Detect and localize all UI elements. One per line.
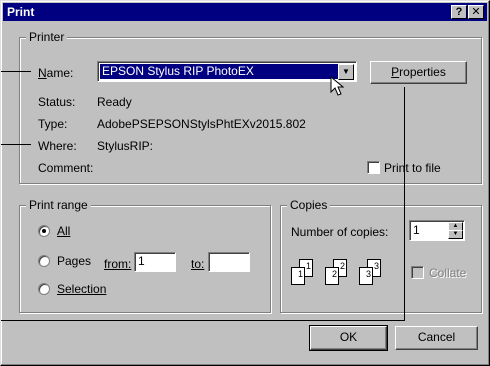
close-button[interactable]: ✕ <box>468 5 484 19</box>
copies-input[interactable]: 1 ▲ ▼ <box>409 220 465 241</box>
collate-illustration: 1 1 2 2 3 3 <box>289 259 389 289</box>
callout-line <box>1 320 405 321</box>
status-label: Status: <box>38 95 76 109</box>
to-label: to: <box>191 257 205 271</box>
collate-label: Collate <box>429 266 467 280</box>
type-value: AdobePSEPSONStylsPhtEXv2015.802 <box>97 117 306 131</box>
type-label: Type: <box>38 117 68 131</box>
page-icon: 3 <box>359 267 373 285</box>
callout-line <box>1 71 31 72</box>
number-of-copies-label: Number of copies: <box>291 225 389 239</box>
copies-group-label: Copies <box>287 198 331 212</box>
pages-label[interactable]: Pages <box>57 254 91 268</box>
all-label[interactable]: All <box>57 224 70 238</box>
where-label: Where: <box>38 139 77 153</box>
mouse-cursor-icon <box>330 76 344 96</box>
status-value: Ready <box>97 95 132 109</box>
printer-group-label: Printer <box>26 30 68 44</box>
callout-line <box>1 144 31 145</box>
comment-label: Comment: <box>38 161 94 175</box>
spin-down-icon[interactable]: ▼ <box>448 230 463 239</box>
ok-button[interactable]: OK <box>309 325 388 351</box>
where-value: StylusRIP: <box>97 139 154 153</box>
page-icon: 1 <box>291 267 305 285</box>
properties-button[interactable]: Properties <box>370 61 467 84</box>
printer-name-value: EPSON Stylus RIP PhotoEX <box>100 64 354 79</box>
selection-label[interactable]: Selection <box>57 282 106 296</box>
printer-name-combobox[interactable]: EPSON Stylus RIP PhotoEX ▼ <box>97 61 357 82</box>
page-icon: 2 <box>325 267 339 285</box>
all-radio[interactable] <box>38 225 50 237</box>
to-input[interactable] <box>208 252 250 272</box>
window-title: Print <box>7 5 35 19</box>
help-button[interactable]: ? <box>451 5 467 19</box>
title-bar: Print ? ✕ <box>3 3 487 21</box>
from-input[interactable]: 1 <box>134 252 176 272</box>
selection-radio[interactable] <box>38 283 50 295</box>
cancel-button[interactable]: Cancel <box>395 326 478 350</box>
print-dialog: Print ? ✕ Printer Name: EPSON Stylus RIP… <box>0 0 490 366</box>
from-label: from: <box>104 257 132 271</box>
copies-value: 1 <box>413 223 420 237</box>
callout-line <box>404 87 405 321</box>
pages-radio[interactable] <box>38 255 50 267</box>
print-to-file-checkbox[interactable] <box>367 161 380 174</box>
name-label: Name: <box>38 66 74 80</box>
collate-checkbox[interactable] <box>411 266 424 279</box>
print-to-file-label[interactable]: Print to file <box>384 161 441 175</box>
print-range-group-label: Print range <box>26 198 91 212</box>
